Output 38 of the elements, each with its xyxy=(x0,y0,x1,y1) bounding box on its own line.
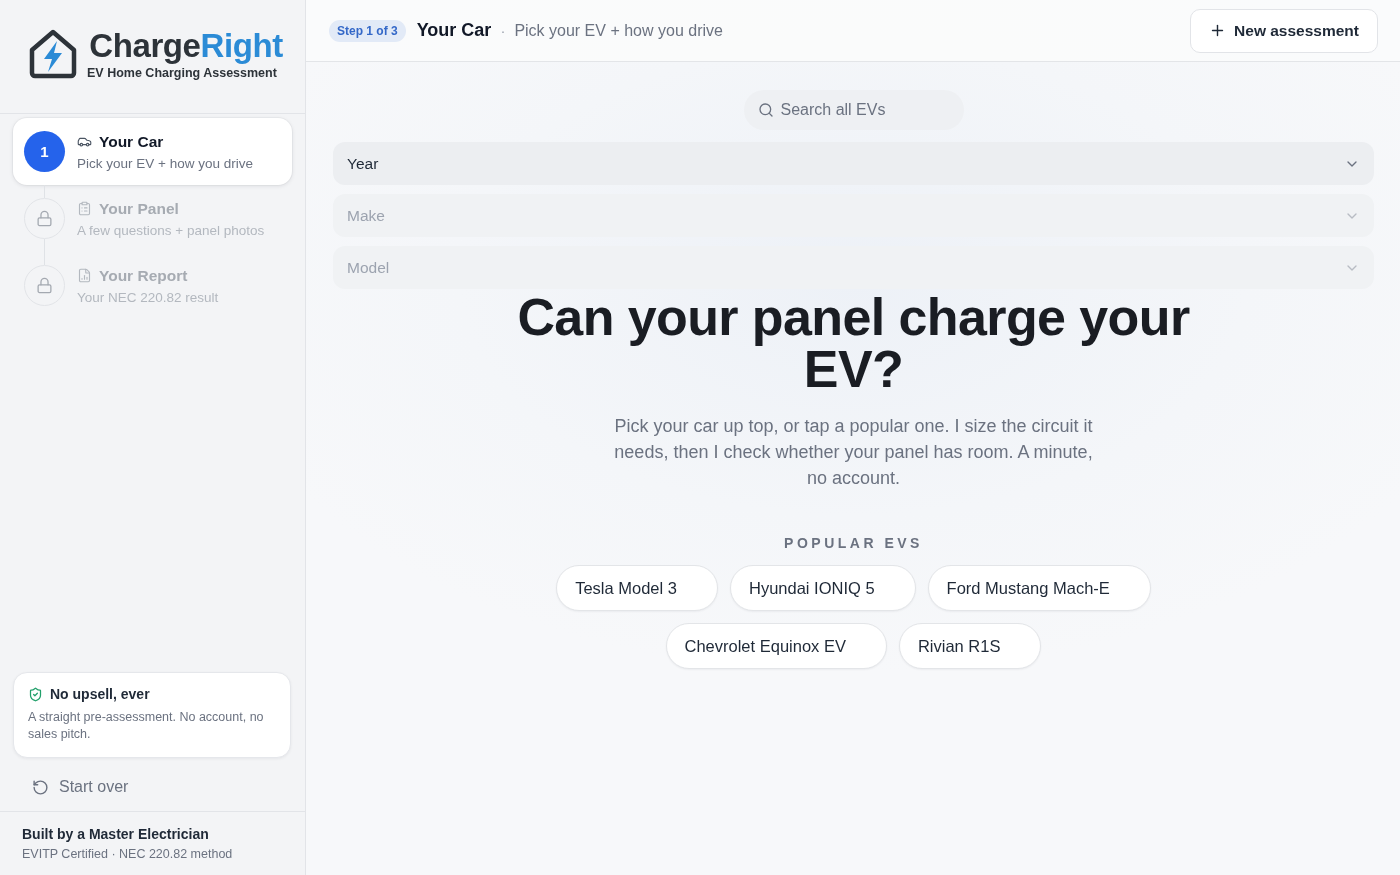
notice-text: A straight pre-assessment. No account, no sales pitch. xyxy=(28,709,265,743)
search-icon xyxy=(757,102,774,118)
page-title: Your Car xyxy=(416,20,492,41)
step-subtitle: Your NEC 220.82 result xyxy=(77,289,219,305)
dropdown-field[interactable]: Year xyxy=(333,142,1374,185)
step-badge: Step 1 of 3 xyxy=(329,19,406,42)
title-separator: · xyxy=(500,22,506,39)
step-title: Your Car xyxy=(99,132,164,151)
notice-title: No upsell, ever xyxy=(50,686,150,702)
car-chip[interactable]: Rivian R1S xyxy=(898,623,1042,669)
credit-title: Built by a Master Electrician xyxy=(22,826,210,842)
step-title: Your Report xyxy=(99,266,188,285)
brand-tagline: EV Home Charging Assessment xyxy=(87,65,277,80)
clipboard-icon xyxy=(77,201,92,216)
credit-subtitle: EVITP Certified · NEC 220.82 method xyxy=(22,847,234,861)
step-title: Your Panel xyxy=(99,199,179,218)
house-bolt-icon xyxy=(27,27,79,80)
step-subtitle: A few questions + panel photos xyxy=(77,222,265,238)
document-chart-icon xyxy=(77,268,92,283)
section-label: POPULAR EVS xyxy=(784,535,923,551)
lock-icon xyxy=(36,210,53,227)
shield-check-icon xyxy=(28,686,43,702)
new-assessment-button[interactable]: New assessment xyxy=(1190,8,1378,53)
car-chip[interactable]: Chevrolet Equinox EV xyxy=(665,623,887,669)
start-over-button[interactable]: Start over xyxy=(28,772,133,802)
car-chip[interactable]: Hyundai IONIQ 5 xyxy=(729,565,916,611)
brand-name: ChargeRight xyxy=(89,27,283,64)
search-field[interactable]: Search all EVs xyxy=(743,90,964,130)
step-item[interactable]: 1 Your Car Pick your EV + how you drive xyxy=(13,118,292,185)
car-chip[interactable]: Ford Mustang Mach-E xyxy=(927,565,1151,611)
step-subtitle: Pick your EV + how you drive xyxy=(77,155,253,171)
page-subtitle: Pick your EV + how you drive xyxy=(514,21,723,40)
car-chip[interactable]: Tesla Model 3 xyxy=(556,565,718,611)
lock-icon xyxy=(36,277,53,294)
step-number: 1 xyxy=(24,131,65,172)
hero-heading: Can your panel charge your EV? xyxy=(516,291,1191,395)
hero-text: Pick your car up top, or tap a popular one. I size the circuit it needs, then I check whether your panel has room. A minute, no account. xyxy=(613,415,1094,490)
rotate-icon xyxy=(32,778,49,796)
